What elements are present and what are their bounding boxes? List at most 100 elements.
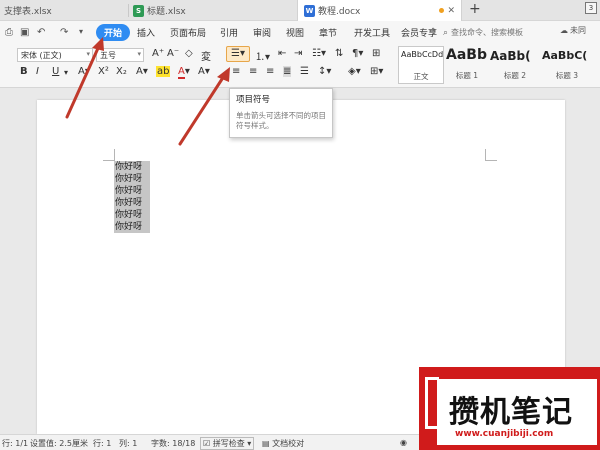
menu-page-layout[interactable]: 页面布局 <box>170 26 206 39</box>
text-line[interactable]: 你好呀 <box>114 197 150 209</box>
borders-icon[interactable]: ⊞▾ <box>370 66 383 77</box>
show-marks-icon[interactable]: ¶▾ <box>352 48 363 59</box>
document-file-icon: W <box>304 4 315 17</box>
underline-icon[interactable]: U <box>52 66 59 77</box>
redo-icon[interactable]: ↷ <box>60 27 68 38</box>
tooltip-description: 单击箭头可选择不同的项目符号样式。 <box>236 111 326 130</box>
chevron-down-icon: ▾ <box>247 439 252 448</box>
undo-icon[interactable]: ↶ <box>37 27 45 38</box>
shrink-font-icon[interactable]: A⁻ <box>167 48 179 59</box>
superscript-icon[interactable]: X² <box>98 66 109 77</box>
text-line[interactable]: 你好呀 <box>114 185 150 197</box>
window-count-badge[interactable]: 3 <box>585 2 597 14</box>
eye-icon[interactable]: ◉ <box>400 438 407 447</box>
style-heading-2[interactable]: AaBb( 标题 2 <box>490 46 540 84</box>
text-line[interactable]: 你好呀 <box>114 221 150 233</box>
bold-icon[interactable]: B <box>20 66 28 77</box>
menu-insert[interactable]: 插入 <box>137 26 155 39</box>
font-size-select[interactable]: 五号 ▾ <box>96 48 144 62</box>
distribute-icon[interactable]: ☰ <box>300 66 309 77</box>
highlight-icon[interactable]: ab <box>156 66 171 77</box>
sort-icon[interactable]: ⇅ <box>335 48 343 59</box>
tab-bar: 支撑表.xlsx S 标题.xlsx W 教程.docx ✕ + 3 <box>0 0 600 21</box>
line-spacing-icon[interactable]: ↕▾ <box>318 66 331 77</box>
style-normal[interactable]: AaBbCcDd 正文 <box>398 46 444 84</box>
numbered-list-icon[interactable]: ⒈▾ <box>255 48 270 63</box>
tab-spreadsheet-2[interactable]: S 标题.xlsx <box>133 0 293 21</box>
watermark-url: www.cuanjibiji.com <box>455 429 554 439</box>
quick-access-dropdown-icon[interactable]: ▾ <box>79 27 83 36</box>
table-icon[interactable]: ⊞ <box>372 48 380 59</box>
sync-status[interactable]: ☁ 未同 <box>560 25 586 36</box>
status-setting[interactable]: 设置值: 2.5厘米 <box>30 438 88 449</box>
tab-document-active[interactable]: W 教程.docx ✕ <box>297 0 462 21</box>
search-placeholder: 查找命令、搜索模板 <box>451 28 524 37</box>
unsaved-dot-icon <box>439 8 444 13</box>
outdent-icon[interactable]: ⇤ <box>278 48 286 59</box>
chevron-down-icon[interactable]: ▾ <box>64 68 68 77</box>
style-heading-1[interactable]: AaBb 标题 1 <box>446 46 488 84</box>
tab-label: 教程.docx <box>318 7 361 17</box>
command-search[interactable]: ⌕ 查找命令、搜索模板 <box>443 25 553 40</box>
style-heading-3[interactable]: AaBbC( 标题 3 <box>542 46 592 84</box>
status-row: 行: 1/1 <box>2 439 29 448</box>
menu-references[interactable]: 引用 <box>220 26 238 39</box>
tooltip-title: 项目符号 <box>236 95 271 105</box>
ribbon-toolbar: 宋体 (正文) ▾ 五号 ▾ A⁺ A⁻ ◇ 変 ☰▾ ⒈▾ ⇤ ⇥ ☷▾ ⇅ … <box>0 44 600 88</box>
selected-text-block[interactable]: 你好呀 你好呀 你好呀 你好呀 你好呀 你好呀 <box>114 161 150 233</box>
style-label: 标题 3 <box>555 71 579 80</box>
justify-icon[interactable]: ≣ <box>283 66 292 77</box>
bullet-tooltip: 项目符号 单击箭头可选择不同的项目符号样式。 <box>229 88 333 138</box>
spreadsheet-file-icon: S <box>133 4 144 17</box>
search-icon: ⌕ <box>443 27 449 38</box>
text-effect-icon[interactable]: A▾ <box>136 66 148 77</box>
menu-developer[interactable]: 开发工具 <box>354 26 390 39</box>
status-word-count[interactable]: 字数: 18/18 <box>151 438 195 449</box>
menu-review[interactable]: 审阅 <box>253 26 271 39</box>
text-line[interactable]: 你好呀 <box>114 209 150 221</box>
italic-icon[interactable]: I <box>36 66 39 77</box>
chinese-layout-icon[interactable]: ☷▾ <box>312 48 326 59</box>
status-line: 行: 1 <box>93 439 112 448</box>
spell-check-toggle[interactable]: ☑ 拼写检查 ▾ <box>200 437 255 450</box>
style-label: 标题 2 <box>503 71 527 80</box>
text-line[interactable]: 你好呀 <box>114 173 150 185</box>
text-line[interactable]: 你好呀 <box>114 161 150 173</box>
document-icon: ▤ <box>262 439 270 448</box>
menu-chapter[interactable]: 章节 <box>319 26 337 39</box>
font-color-icon[interactable]: A▾ <box>78 66 90 77</box>
styles-gallery: AaBbCcDd 正文 AaBb 标题 1 AaBb( 标题 2 AaBbC( … <box>398 46 594 84</box>
shading-icon[interactable]: ◈▾ <box>348 66 361 77</box>
subscript-icon[interactable]: X₂ <box>116 66 127 77</box>
tab-label: 标题.xlsx <box>147 7 186 17</box>
clear-format-icon[interactable]: ◇ <box>185 48 193 59</box>
print-icon[interactable]: ⎙ <box>5 27 13 38</box>
char-shading-icon[interactable]: A▾ <box>198 66 210 77</box>
align-center-icon[interactable]: ≡ <box>249 66 257 77</box>
bullet-list-button[interactable]: ☰▾ <box>226 46 250 62</box>
watermark-logo: 攒机笔记 www.cuanjibiji.com <box>419 367 600 450</box>
align-right-icon[interactable]: ≡ <box>266 66 274 77</box>
quick-save-icon[interactable]: ▣ <box>20 27 29 38</box>
tab-spreadsheet-1[interactable]: 支撑表.xlsx <box>0 0 128 21</box>
text-color-icon[interactable]: A▾ <box>178 66 190 79</box>
check-icon: ☑ <box>203 439 211 448</box>
sync-label: 未同 <box>570 26 586 35</box>
align-left-icon[interactable]: ≡ <box>232 66 240 77</box>
menu-view[interactable]: 视图 <box>286 26 304 39</box>
menu-row: ⎙ ▣ ↶ ↷ ▾ 开始 插入 页面布局 引用 审阅 视图 章节 开发工具 会员… <box>0 21 600 44</box>
more-menu-icon[interactable]: › <box>432 25 436 35</box>
close-tab-icon[interactable]: ✕ <box>447 6 455 16</box>
tab-divider <box>128 4 129 17</box>
new-tab-button[interactable]: + <box>469 1 481 17</box>
grow-font-icon[interactable]: A⁺ <box>152 48 164 59</box>
style-sample: AaBb( <box>490 49 531 63</box>
font-family-select[interactable]: 宋体 (正文) ▾ <box>17 48 93 62</box>
indent-icon[interactable]: ⇥ <box>294 48 302 59</box>
chevron-down-icon: ▾ <box>86 50 90 58</box>
proofread-button[interactable]: ▤ 文档校对 <box>262 438 304 449</box>
proofread-label: 文档校对 <box>272 439 305 448</box>
margin-marker <box>103 149 115 161</box>
phonetic-guide-icon[interactable]: 変 <box>201 48 211 63</box>
menu-start[interactable]: 开始 <box>96 24 131 41</box>
